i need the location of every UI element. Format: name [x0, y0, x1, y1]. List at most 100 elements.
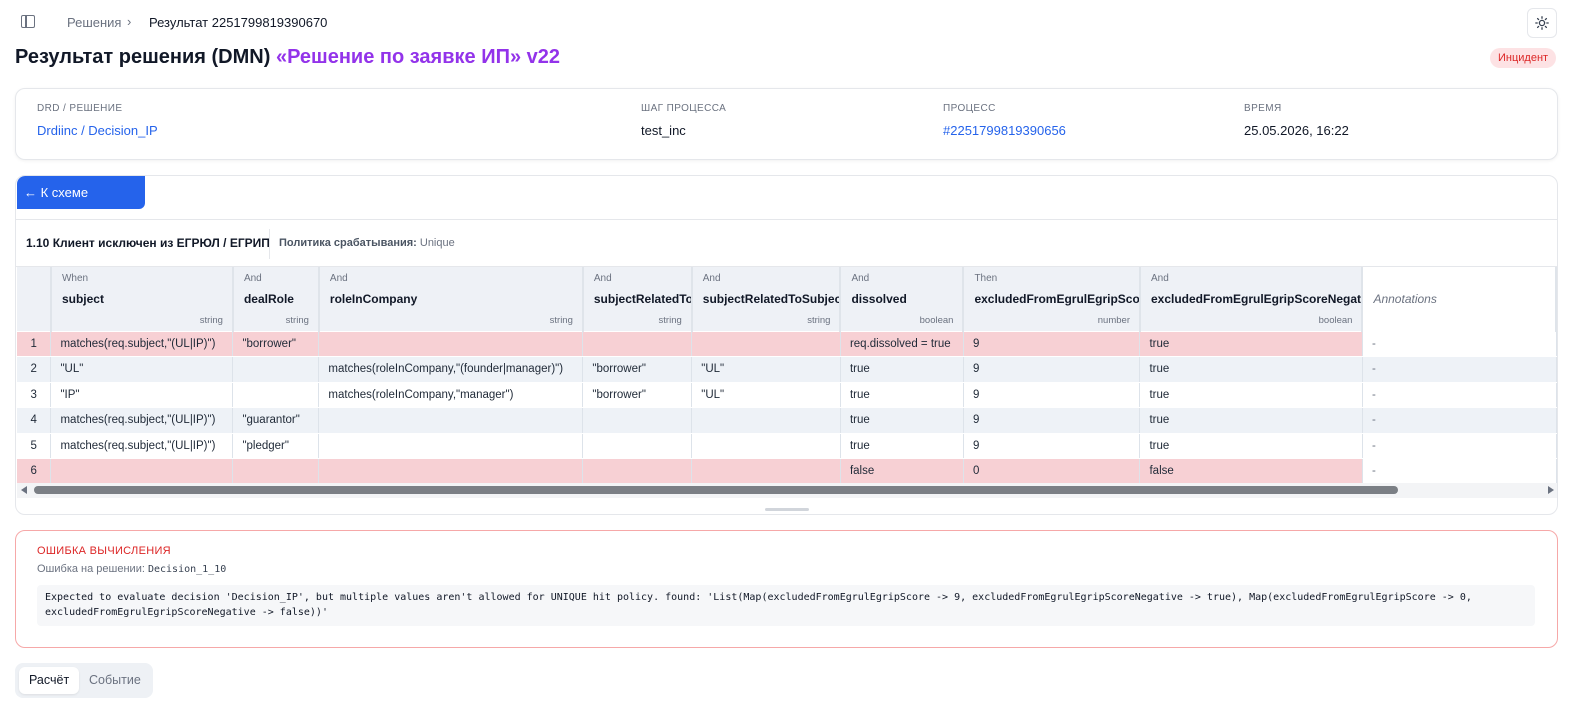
table-cell[interactable]: matches(req.subject,"(UL|IP)"): [50, 331, 234, 357]
table-cell[interactable]: "UL": [691, 356, 841, 383]
table-cell[interactable]: true: [840, 407, 964, 434]
scrollbar-thumb[interactable]: [34, 486, 1398, 494]
table-cell[interactable]: [50, 458, 234, 485]
table-cell[interactable]: true: [840, 433, 964, 459]
table-cell[interactable]: [691, 433, 841, 459]
table-row[interactable]: 3 "IP" matches(roleInCompany,"manager") "bo…: [17, 382, 1557, 408]
breadcrumb-current: Результат 2251799819390670: [149, 15, 328, 30]
column-kind: And: [702, 273, 721, 284]
error-card: ОШИБКА ВЫЧИСЛЕНИЯ Ошибка на решении: Dec…: [15, 530, 1558, 648]
tabs: Расчёт Событие: [15, 663, 153, 698]
column-type: number: [1097, 314, 1130, 326]
table-cell[interactable]: 9: [963, 331, 1141, 357]
table-cell[interactable]: "UL": [50, 356, 234, 383]
table-cell[interactable]: true: [1139, 407, 1363, 434]
scroll-right-icon[interactable]: [1548, 486, 1554, 494]
table-cell[interactable]: matches(req.subject,"(UL|IP)"): [50, 433, 234, 459]
info-step: ШАГ ПРОЦЕССА test_inc: [641, 103, 726, 138]
column-name: subjectRelatedTo: [593, 292, 692, 306]
theme-toggle-button[interactable]: [1527, 8, 1557, 38]
column-name: subject: [61, 292, 104, 306]
table-cell[interactable]: true: [1139, 356, 1363, 383]
column-kind: And: [851, 273, 870, 284]
annotation-cell[interactable]: -: [1362, 356, 1557, 383]
row-number: 2: [17, 356, 52, 383]
table-cell[interactable]: [691, 458, 841, 485]
table-cell[interactable]: "UL": [691, 382, 841, 408]
table-cell[interactable]: 0: [963, 458, 1141, 485]
info-process-link[interactable]: #2251799819390656: [943, 123, 1066, 138]
table-cell[interactable]: [318, 433, 584, 459]
table-cell[interactable]: true: [840, 356, 964, 383]
table-cell[interactable]: "guarantor": [232, 407, 320, 434]
table-cell[interactable]: [318, 458, 584, 485]
hit-policy-value: Unique: [419, 237, 455, 249]
table-cell[interactable]: "borrower": [582, 382, 693, 408]
table-cell[interactable]: [318, 331, 584, 357]
scroll-left-icon[interactable]: [21, 486, 27, 494]
table-cell[interactable]: "borrower": [232, 331, 320, 357]
table-row[interactable]: 5 matches(req.subject,"(UL|IP)") "pledger"…: [17, 433, 1557, 459]
table-row[interactable]: 2 "UL" matches(roleInCompany,"(founder|man…: [17, 356, 1557, 383]
annotation-cell[interactable]: -: [1362, 433, 1557, 459]
table-cell[interactable]: req.dissolved = true: [840, 331, 964, 357]
decision-table-card: ← К схеме решений 1.10 Клиент исключен и…: [15, 175, 1558, 515]
table-cell[interactable]: "borrower": [582, 356, 693, 383]
tab-event[interactable]: Событие: [79, 667, 151, 694]
table-cell[interactable]: [582, 407, 693, 434]
horizontal-scrollbar[interactable]: [17, 483, 1557, 498]
status-badge: Инцидент: [1490, 48, 1557, 68]
table-cell[interactable]: 9: [963, 356, 1141, 383]
table-cell[interactable]: [582, 433, 693, 459]
table-cell[interactable]: true: [840, 382, 964, 408]
row-number: 6: [17, 458, 52, 485]
table-cell[interactable]: true: [1139, 433, 1363, 459]
table-cell[interactable]: matches(roleInCompany,"(founder|manager)…: [318, 356, 584, 383]
tab-calc[interactable]: Расчёт: [19, 667, 80, 694]
info-drd-link[interactable]: Drdiinc / Decision_IP: [37, 123, 158, 138]
table-row[interactable]: 6 false 0 false -: [17, 458, 1557, 485]
table-cell[interactable]: true: [1139, 382, 1363, 408]
info-step-value: test_inc: [641, 123, 686, 138]
table-row[interactable]: 4 matches(req.subject,"(UL|IP)") "guaranto…: [17, 407, 1557, 434]
table-cell[interactable]: "pledger": [232, 433, 320, 459]
table-cell[interactable]: 9: [963, 433, 1141, 459]
resize-handle[interactable]: [765, 508, 809, 511]
table-cell[interactable]: "IP": [50, 382, 234, 408]
table-cell[interactable]: matches(req.subject,"(UL|IP)"): [50, 407, 234, 434]
table-header-row: When subject string And dealRole string And rol…: [17, 267, 1557, 332]
column-header-subjectRelatedToSubject: And subjectRelatedToSubject string: [691, 267, 842, 332]
info-drd-label: DRD / РЕШЕНИЕ: [37, 103, 123, 114]
annotation-cell[interactable]: -: [1362, 458, 1557, 485]
table-cell[interactable]: matches(roleInCompany,"manager"): [318, 382, 584, 408]
page-title-main: Результат решения (DMN): [15, 46, 271, 68]
table-cell[interactable]: [691, 331, 841, 357]
column-header-excludedFromEgrulEgripScoreNegative: And excludedFromEgrulEgripScoreNegative bo…: [1139, 267, 1364, 332]
annotation-cell[interactable]: -: [1362, 407, 1557, 434]
back-to-diagram-button[interactable]: ← К схеме решений: [17, 176, 145, 233]
table-cell[interactable]: false: [840, 458, 964, 485]
column-header-excludedFromEgrulEgripScore: Then excludedFromEgrulEgripScore number: [963, 267, 1141, 332]
table-cell[interactable]: [232, 458, 320, 485]
table-cell[interactable]: [582, 331, 693, 357]
column-kind: When: [61, 273, 89, 284]
table-cell[interactable]: false: [1139, 458, 1363, 485]
annotation-cell[interactable]: -: [1362, 331, 1557, 357]
table-cell[interactable]: [582, 458, 693, 485]
table-cell[interactable]: true: [1139, 331, 1363, 357]
dmn-table: When subject string And dealRole string And rol…: [17, 267, 1557, 485]
info-time-label: ВРЕМЯ: [1244, 103, 1282, 114]
top-bar: Решения › Результат 2251799819390670: [0, 0, 1589, 44]
error-decision: Ошибка на решении: Decision_1_10: [37, 563, 226, 575]
table-cell[interactable]: [318, 407, 584, 434]
table-row[interactable]: 1 matches(req.subject,"(UL|IP)") "borrower…: [17, 331, 1557, 357]
sidebar-toggle-icon[interactable]: [21, 15, 35, 28]
table-cell[interactable]: [232, 356, 320, 383]
table-cell[interactable]: 9: [963, 407, 1141, 434]
table-cell[interactable]: [691, 407, 841, 434]
breadcrumb-root[interactable]: Решения: [67, 15, 121, 30]
info-card: DRD / РЕШЕНИЕ Drdiinc / Decision_IP ШАГ …: [15, 88, 1558, 160]
table-cell[interactable]: [232, 382, 320, 408]
table-cell[interactable]: 9: [963, 382, 1141, 408]
annotation-cell[interactable]: -: [1362, 382, 1557, 408]
